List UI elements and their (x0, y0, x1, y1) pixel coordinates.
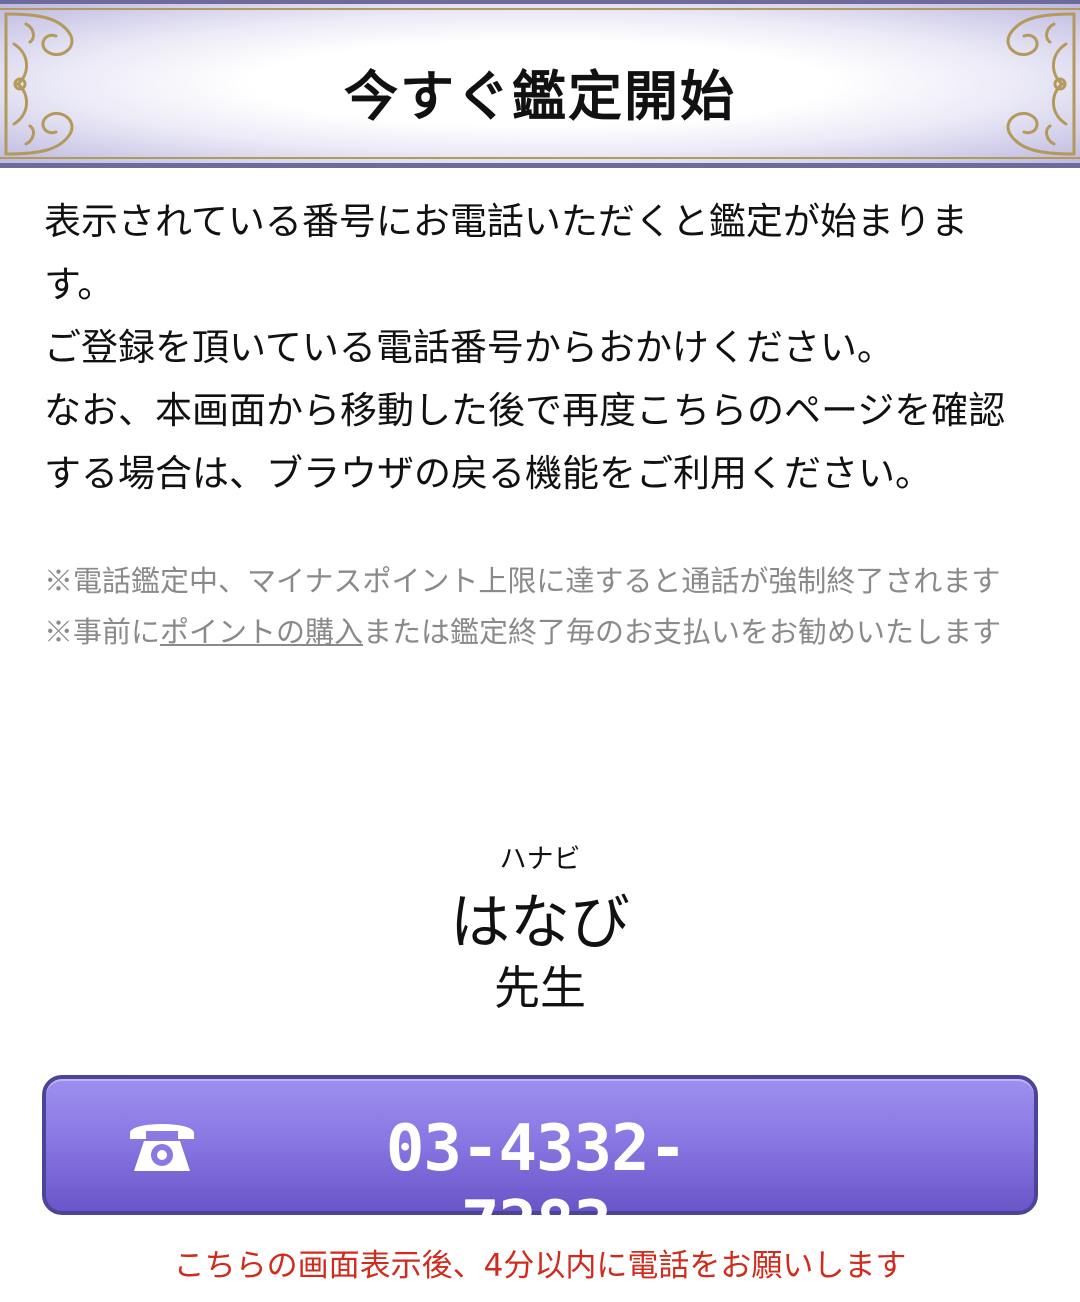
instruction-paragraph-3: なお、本画面から移動した後で再度こちらのページを確認する場合は、ブラウザの戻る機… (44, 389, 1006, 495)
notes: ※電話鑑定中、マイナスポイント上限に達すると通話が強制終了されます ※事前にポイ… (44, 556, 1034, 658)
note-minus-points: ※電話鑑定中、マイナスポイント上限に達すると通話が強制終了されます (44, 564, 1001, 598)
header-banner: 今すぐ鑑定開始 (0, 0, 1080, 168)
instructions: 表示されている番号にお電話いただくと鑑定が始まります。 ご登録を頂いている電話番… (44, 190, 1034, 505)
note-payment-suffix: または鑑定終了毎のお支払いをお勧めいたします (363, 615, 1002, 649)
page-title: 今すぐ鑑定開始 (344, 64, 736, 128)
instruction-paragraph-2: ご登録を頂いている電話番号からおかけください。 (44, 326, 894, 369)
teacher-info: ハナビ はなび 先生 (0, 842, 1080, 1016)
call-time-notice: こちらの画面表示後、4分以内に電話をお願いします (173, 1248, 907, 1284)
telephone-icon (130, 1124, 194, 1171)
phone-number: 03-4332-7283 (385, 1112, 687, 1262)
note-payment: ※事前にポイントの購入または鑑定終了毎のお支払いをお勧めいたします (44, 607, 1034, 658)
instruction-paragraph-1: 表示されている番号にお電話いただくと鑑定が始まります。 (44, 200, 968, 306)
header-gold-line-top (0, 8, 1080, 10)
note-payment-prefix: ※事前に (44, 615, 161, 649)
header-gold-line-bottom (0, 157, 1080, 159)
purchase-points-link[interactable]: ポイントの購入 (160, 615, 363, 649)
teacher-title: 先生 (494, 961, 586, 1015)
teacher-name: はなび (450, 888, 630, 958)
call-button[interactable]: 03-4332-7283 (42, 1075, 1038, 1262)
teacher-name-kana: ハナビ (499, 844, 581, 875)
